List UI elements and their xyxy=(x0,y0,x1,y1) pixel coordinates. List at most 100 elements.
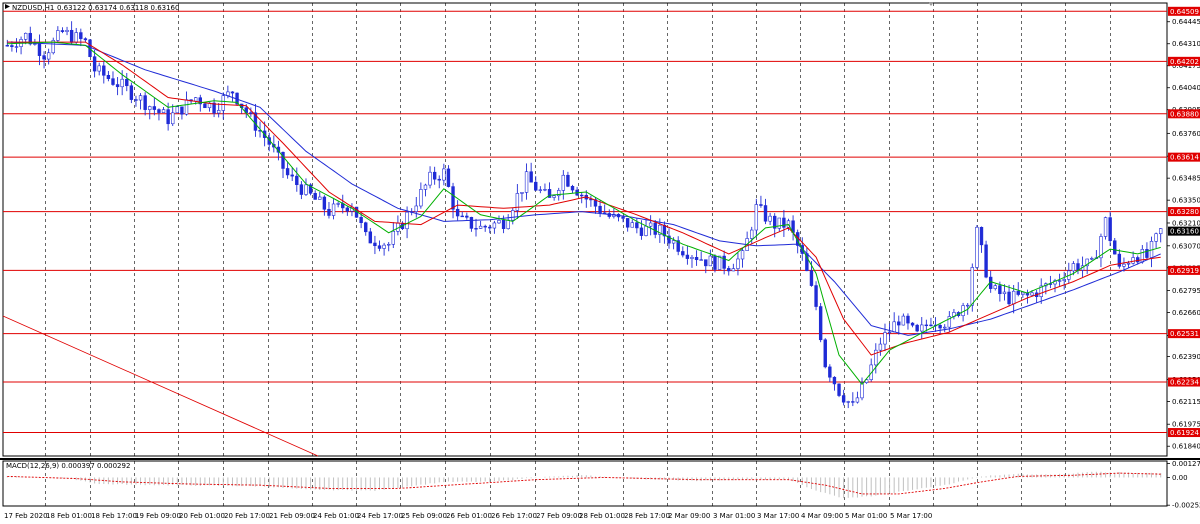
candle-body xyxy=(14,46,19,48)
candle-body xyxy=(1103,217,1108,237)
candle-body xyxy=(387,243,391,246)
candle-body xyxy=(621,216,625,219)
macd-axis-label: 0.001274 xyxy=(1172,460,1200,468)
candle-body xyxy=(855,397,860,403)
candle-body xyxy=(887,331,892,334)
level-price-label: 0.62234 xyxy=(1170,379,1199,387)
candle-body xyxy=(501,219,506,229)
candle-body xyxy=(1122,263,1126,267)
level-price-label: 0.62531 xyxy=(1170,330,1199,338)
candle-body xyxy=(102,65,106,76)
candle-body xyxy=(10,45,14,47)
candle-body xyxy=(823,339,827,368)
candle-body xyxy=(483,225,487,228)
candle-body xyxy=(1007,291,1011,305)
price-axis-label: 0.62390 xyxy=(1172,353,1200,361)
time-axis-label: 19 Feb 09:00 xyxy=(135,512,181,520)
candle-body xyxy=(906,315,910,324)
macd-axis-label: 0.00 xyxy=(1172,474,1188,482)
candle-body xyxy=(221,95,225,111)
candle-body xyxy=(1002,291,1007,295)
candle-body xyxy=(115,84,120,88)
time-axis-label: 21 Feb 09:00 xyxy=(269,512,315,520)
candle-body xyxy=(56,30,60,41)
time-axis-label: 2 Mar 09:00 xyxy=(668,512,710,520)
candle-body xyxy=(750,229,754,239)
candle-body xyxy=(79,32,83,39)
level-price-label: 0.62919 xyxy=(1170,267,1199,275)
candle-body xyxy=(809,270,814,286)
candle-body xyxy=(538,189,543,191)
candle-body xyxy=(364,222,368,233)
candle-body xyxy=(194,97,198,102)
candle-body xyxy=(23,32,28,40)
candle-body xyxy=(423,184,428,190)
candle-body xyxy=(1126,262,1131,265)
candle-body xyxy=(685,254,690,259)
candle-body xyxy=(92,56,97,72)
candle-body xyxy=(432,171,437,180)
price-chart[interactable]: NZDUSD,H1 0.63122 0.63174 0.63118 0.6316… xyxy=(0,0,1200,524)
candle-body xyxy=(391,231,395,245)
candle-body xyxy=(1136,257,1140,263)
chart-shift-marker-icon[interactable] xyxy=(928,2,934,6)
candle-body xyxy=(984,244,988,278)
candle-body xyxy=(874,349,878,366)
candle-body xyxy=(65,29,69,32)
candle-body xyxy=(37,43,42,56)
candle-body xyxy=(359,217,363,223)
candle-body xyxy=(474,228,478,230)
candle-body xyxy=(818,306,823,341)
ohlc-readout: 0.63122 0.63174 0.63118 0.63160 xyxy=(57,4,179,12)
current-price-label: 0.63160 xyxy=(1170,228,1199,236)
candle-body xyxy=(924,324,929,327)
candle-body xyxy=(1154,233,1158,242)
candle-body xyxy=(625,218,630,228)
time-axis-label: 18 Feb 17:00 xyxy=(91,512,137,520)
candle-body xyxy=(465,215,469,218)
price-axis-label: 0.62795 xyxy=(1172,287,1200,295)
candle-body xyxy=(929,324,933,327)
level-price-label: 0.64509 xyxy=(1170,8,1199,16)
candle-body xyxy=(878,343,883,351)
candle-body xyxy=(42,55,46,60)
candle-body xyxy=(671,240,676,244)
candle-body xyxy=(1016,290,1020,295)
candle-body xyxy=(148,106,152,110)
candle-body xyxy=(171,112,175,125)
candle-body xyxy=(699,259,703,261)
candle-body xyxy=(299,184,304,195)
candle-body xyxy=(216,110,221,114)
candle-body xyxy=(455,208,460,217)
candle-body xyxy=(648,222,653,227)
candle-body xyxy=(635,222,639,229)
candle-body xyxy=(478,225,483,229)
candle-body xyxy=(460,215,464,218)
candle-body xyxy=(717,255,722,270)
time-axis-label: 25 Feb 09:00 xyxy=(401,512,447,520)
candle-body xyxy=(203,103,207,109)
candle-body xyxy=(497,219,501,224)
candle-body xyxy=(552,195,556,198)
candle-body xyxy=(534,181,538,191)
candle-body xyxy=(998,285,1002,295)
price-axis-label: 0.63760 xyxy=(1172,130,1200,138)
candle-body xyxy=(60,30,65,32)
candle-body xyxy=(138,95,143,101)
price-axis-label: 0.61975 xyxy=(1172,421,1200,429)
chart-window[interactable]: NZDUSD,H1 0.63122 0.63174 0.63118 0.6316… xyxy=(0,0,1200,524)
time-axis-label: 26 Feb 01:00 xyxy=(446,512,492,520)
candle-body xyxy=(938,325,942,329)
level-price-label: 0.63880 xyxy=(1170,110,1199,118)
trendline[interactable] xyxy=(2,315,319,457)
time-axis-label: 28 Feb 17:00 xyxy=(624,512,670,520)
candle-body xyxy=(511,210,515,221)
candle-body xyxy=(488,226,492,229)
candle-body xyxy=(230,91,235,94)
candle-body xyxy=(979,226,984,246)
candle-body xyxy=(285,168,290,176)
candle-body xyxy=(249,112,253,114)
candle-body xyxy=(837,383,841,396)
candle-body xyxy=(993,285,997,289)
candle-body xyxy=(731,268,736,272)
